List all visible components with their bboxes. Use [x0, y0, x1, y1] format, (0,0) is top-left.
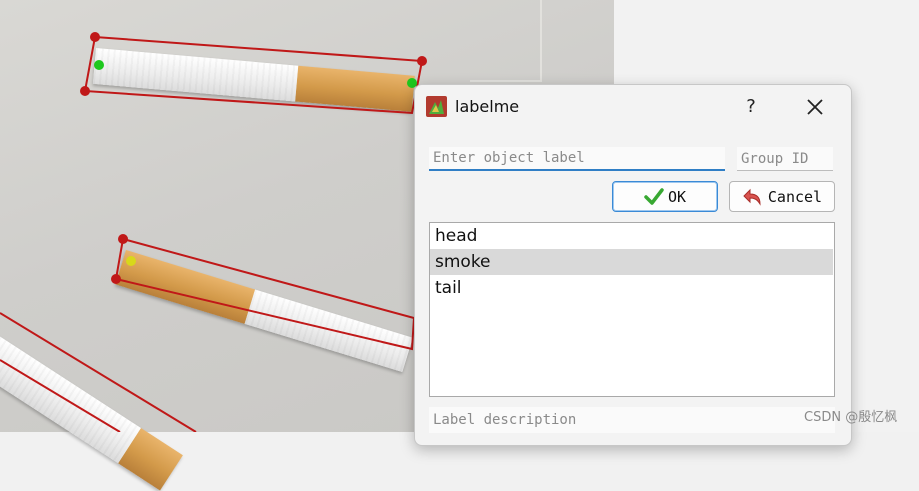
checkmark-icon — [644, 187, 664, 205]
undo-arrow-icon — [743, 188, 761, 206]
label-description-input[interactable] — [429, 407, 835, 433]
vertex-handle — [417, 56, 427, 66]
ok-button-label: OK — [667, 187, 687, 206]
group-id-input[interactable] — [737, 147, 833, 171]
vertex-handle — [118, 234, 128, 244]
cigarette-2 — [115, 250, 413, 373]
list-item-smoke[interactable]: smoke — [430, 249, 833, 275]
paper-edge — [470, 0, 542, 82]
vertex-handle — [90, 32, 100, 42]
watermark: CSDN @殷忆枫 — [804, 410, 898, 425]
label-dialog: labelme ? OK Cancel head smoke tail — [414, 84, 852, 446]
dialog-titlebar[interactable]: labelme ? — [415, 85, 851, 129]
cigarette-1 — [92, 48, 415, 112]
label-input[interactable] — [429, 147, 725, 171]
cigarette-3 — [0, 330, 183, 491]
cancel-button-label: Cancel — [767, 187, 823, 206]
label-list[interactable]: head smoke tail — [429, 222, 835, 397]
vertex-handle — [80, 86, 90, 96]
help-button[interactable]: ? — [737, 93, 765, 121]
ok-button[interactable]: OK — [612, 181, 718, 212]
dialog-title: labelme — [455, 97, 520, 116]
list-item-tail[interactable]: tail — [430, 275, 834, 301]
labelme-icon — [426, 96, 447, 117]
close-icon[interactable] — [801, 93, 829, 121]
list-item-head[interactable]: head — [430, 223, 834, 249]
cancel-button[interactable]: Cancel — [729, 181, 835, 212]
